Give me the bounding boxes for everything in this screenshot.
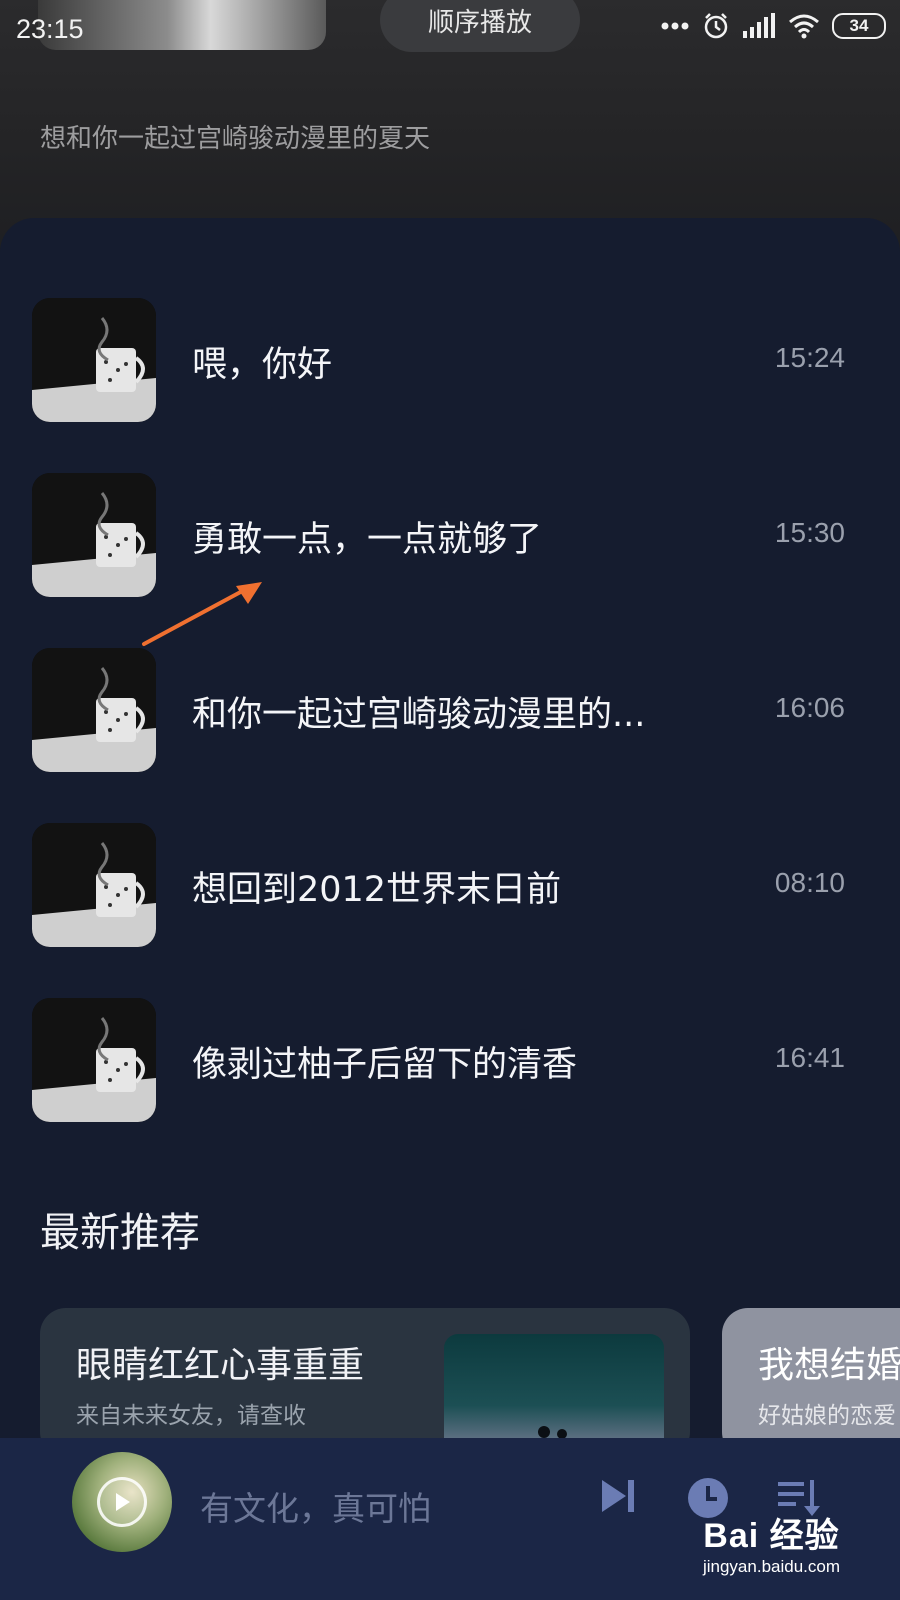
song-time: 08:10 [774,867,845,898]
play-mode-label: 顺序播放 [427,7,532,38]
play-button[interactable] [97,1477,147,1527]
next-icon[interactable] [598,1476,638,1516]
song-time: 15:24 [774,342,845,373]
song-thumbnail [32,998,156,1122]
playlist-subtitle: 想和你一起过宫崎骏动漫里的夏天 [40,124,431,154]
list-item[interactable]: 和你一起过宫崎骏动漫里的... 16:06 [0,648,900,823]
wifi-icon [789,14,819,39]
annotation-arrow-icon [142,582,262,646]
alarm-icon [704,13,728,39]
section-title-recommend: 最新推荐 [40,1210,200,1256]
baidu-watermark: Bai 经验 jingyan.baidu.com [703,1508,840,1577]
song-list: 喂，你好 15:24 勇敢一点，一点就够了 15:30 和你一起过宫崎骏动漫里的… [0,298,900,1173]
playlist-panel: 喂，你好 15:24 勇敢一点，一点就够了 15:30 和你一起过宫崎骏动漫里的… [0,218,900,1448]
play-mode-button[interactable]: 顺序播放 [380,0,580,52]
watermark-brand: Bai 经验 [703,1517,840,1555]
song-title: 像剥过柚子后留下的清香 [192,1045,578,1085]
song-title: 勇敢一点，一点就够了 [192,520,543,560]
battery-icon: 34 [832,13,886,39]
card-title: 我想结婚 [758,1345,900,1386]
card-subtitle: 来自未来女友，请查收 [76,1403,306,1429]
song-thumbnail [32,823,156,947]
song-thumbnail [32,298,156,422]
song-title: 喂，你好 [192,345,333,385]
song-time: 16:41 [774,1042,845,1073]
song-title: 和你一起过宫崎骏动漫里的... [192,695,646,735]
list-item[interactable]: 想回到2012世界末日前 08:10 [0,823,900,998]
song-time: 15:30 [774,517,845,548]
status-time: 23:15 [16,14,84,44]
list-item[interactable]: 像剥过柚子后留下的清香 16:41 [0,998,900,1173]
list-item[interactable]: 勇敢一点，一点就够了 15:30 [0,473,900,648]
now-playing-cover[interactable] [72,1452,172,1552]
list-item[interactable]: 喂，你好 15:24 [0,298,900,473]
song-thumbnail [32,473,156,597]
recommend-card[interactable]: 我想结婚 好姑娘的恋爱 [722,1308,900,1458]
song-time: 16:06 [774,692,845,723]
watermark-url: jingyan.baidu.com [702,1557,840,1576]
recommend-card[interactable]: 眼睛红红心事重重 来自未来女友，请查收 [40,1308,690,1458]
more-dots-icon [661,22,689,30]
song-title: 想回到2012世界末日前 [192,870,562,910]
status-icons: 34 [660,12,886,40]
signal-icon [743,13,775,38]
card-subtitle: 好姑娘的恋爱 [758,1403,896,1429]
song-thumbnail [32,648,156,772]
battery-level: 34 [849,16,869,35]
play-icon [116,1493,130,1511]
card-title: 眼睛红红心事重重 [76,1345,365,1386]
now-playing-title: 有文化，真可怕 [200,1489,431,1528]
